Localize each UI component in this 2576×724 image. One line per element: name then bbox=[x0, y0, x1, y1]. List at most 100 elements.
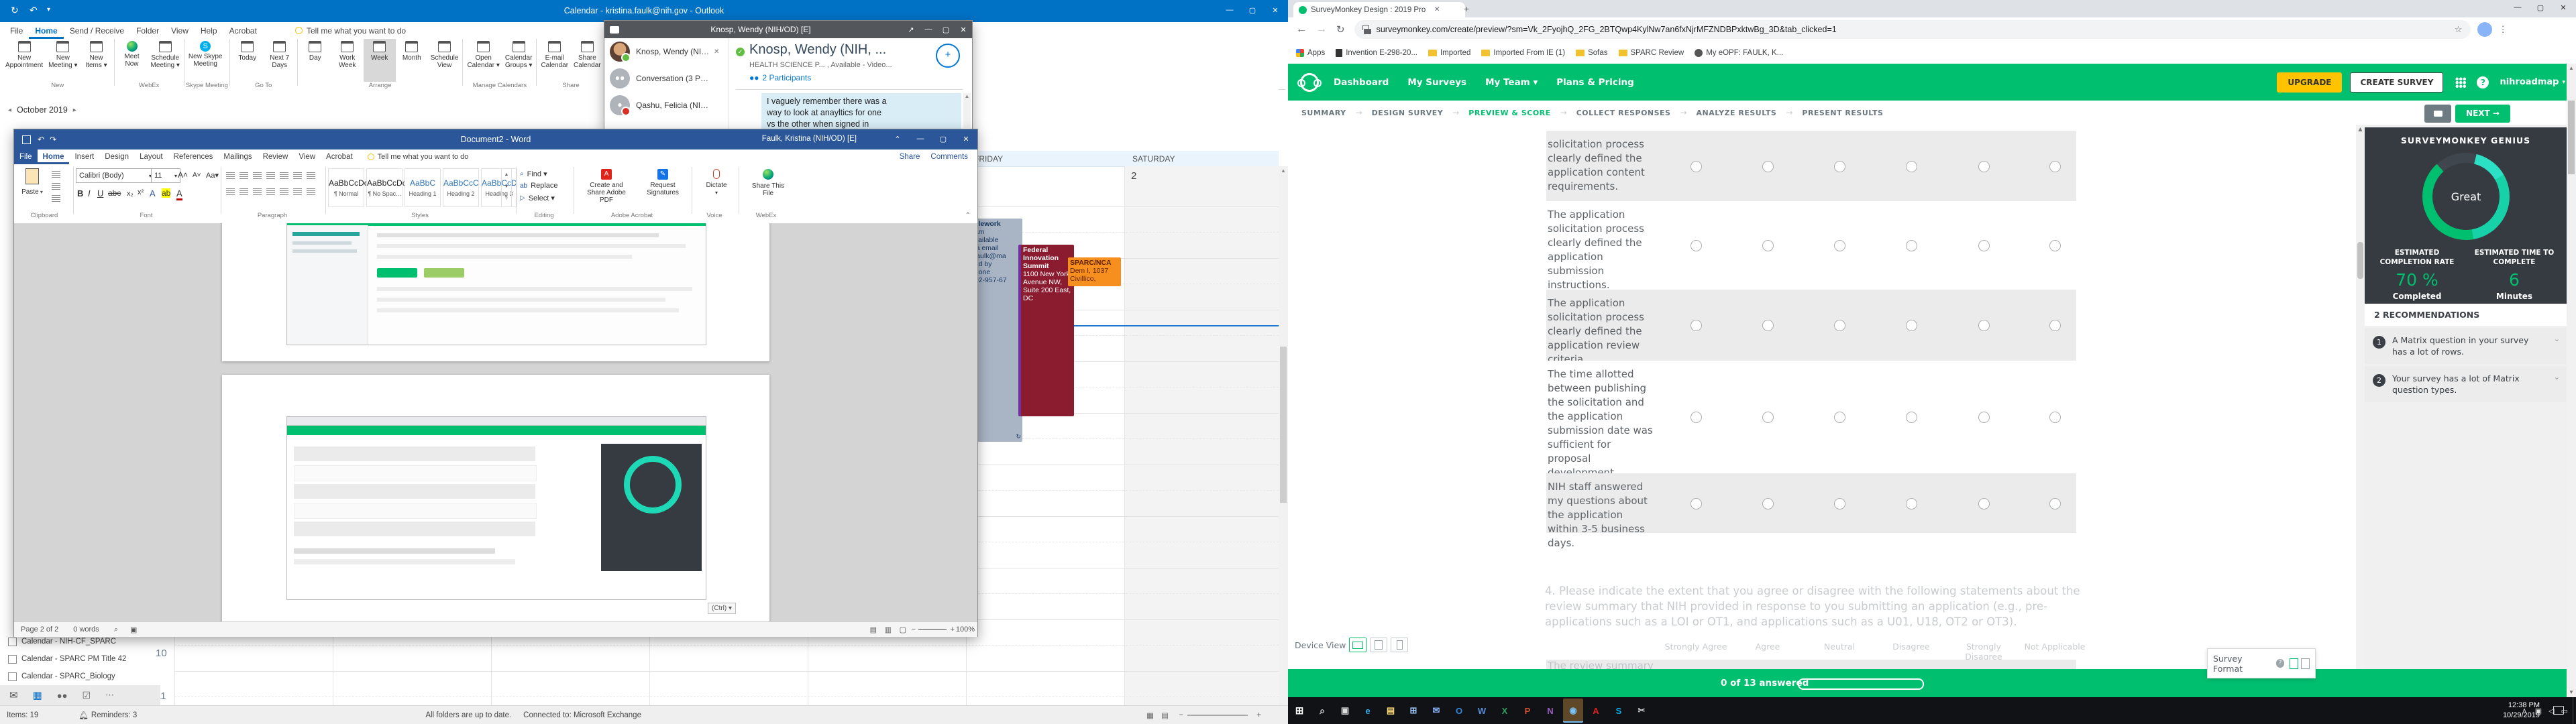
refresh-icon[interactable]: ↻ bbox=[1336, 23, 1345, 36]
paragraph-tool-icon[interactable] bbox=[253, 172, 262, 179]
step-summary[interactable]: SUMMARY bbox=[1301, 109, 1346, 117]
print-layout-icon[interactable]: ▥ bbox=[885, 625, 892, 634]
step-preview-score[interactable]: PREVIEW & SCORE bbox=[1468, 109, 1550, 117]
style--normal[interactable]: AaBbCcDc¶ Normal bbox=[328, 168, 364, 207]
paragraph-tool-icon[interactable] bbox=[239, 188, 248, 195]
event-sparc-demo[interactable]: SPARC/NCADem I, 1037Civillico, bbox=[1068, 257, 1121, 286]
more-icon[interactable]: ⋯ bbox=[105, 690, 114, 701]
matrix-radio-neutral[interactable] bbox=[1834, 240, 1845, 251]
folder-item[interactable]: Calendar - SPARC_Biology bbox=[0, 668, 151, 685]
nav-link-my-surveys[interactable]: My Surveys bbox=[1407, 77, 1466, 88]
zoom-in-icon[interactable]: + bbox=[1256, 711, 1261, 719]
superscript-icon[interactable]: x² bbox=[138, 188, 144, 196]
outlook-tab-file[interactable]: File bbox=[4, 22, 29, 39]
font-size-select[interactable]: 11▾ bbox=[151, 168, 180, 183]
tab-close-icon[interactable]: ✕ bbox=[1434, 6, 1440, 13]
browser-tab[interactable]: SurveyMonkey Design : 2019 Pro ✕ bbox=[1293, 2, 1465, 17]
acrobat-button-create-pdf[interactable]: ACreate and Share Adobe PDF bbox=[578, 167, 635, 210]
word-tab-acrobat[interactable]: Acrobat bbox=[321, 149, 358, 164]
people-icon[interactable]: ●● bbox=[57, 690, 68, 701]
editing-replace[interactable]: abReplace bbox=[520, 182, 557, 190]
chevron-down-icon[interactable]: ⌄ bbox=[2554, 373, 2560, 381]
format-scroll-icon[interactable] bbox=[2301, 658, 2310, 669]
matrix-radio-disagree[interactable] bbox=[1906, 412, 1917, 423]
action-center-icon[interactable] bbox=[2553, 706, 2564, 715]
paragraph-tool-icon[interactable] bbox=[293, 172, 302, 179]
collapse-ribbon-icon[interactable]: ⌃ bbox=[965, 212, 971, 219]
browser-scrollbar[interactable]: ▲ ▼ bbox=[2567, 64, 2576, 697]
start-button[interactable]: ⊞ bbox=[1289, 699, 1309, 723]
matrix-radio-neutral[interactable] bbox=[1834, 320, 1845, 331]
maximize-button[interactable]: ▢ bbox=[2529, 3, 2552, 12]
word-tab-layout[interactable]: Layout bbox=[134, 149, 168, 164]
taskbar-icon-skype[interactable]: S bbox=[1609, 699, 1629, 723]
ribbon-button-open-calendar[interactable]: OpenCalendar ▾ bbox=[464, 39, 502, 82]
minimize-button[interactable]: — bbox=[909, 135, 932, 143]
surveymonkey-logo[interactable] bbox=[1300, 73, 1319, 92]
zoom-out-icon[interactable]: − bbox=[912, 625, 916, 634]
outlook-tab-send-receive[interactable]: Send / Receive bbox=[64, 22, 130, 39]
grow-font-icon[interactable]: A˄ bbox=[178, 170, 188, 180]
chat-scrollbar[interactable]: ▲ bbox=[963, 93, 971, 128]
nav-link-dashboard[interactable]: Dashboard bbox=[1334, 77, 1389, 88]
taskbar-icon-excel[interactable]: X bbox=[1495, 699, 1515, 723]
add-participant-icon[interactable]: + bbox=[936, 44, 960, 68]
matrix-radio-strongly-agree[interactable] bbox=[1690, 240, 1702, 251]
matrix-radio-neutral[interactable] bbox=[1834, 412, 1845, 423]
tasks-icon[interactable]: ☑ bbox=[82, 690, 91, 701]
checkbox-icon[interactable] bbox=[8, 655, 17, 664]
matrix-radio-agree[interactable] bbox=[1762, 412, 1774, 423]
matrix-radio-disagree[interactable] bbox=[1906, 240, 1917, 251]
device-desktop-icon[interactable] bbox=[1349, 638, 1366, 652]
minimize-button[interactable]: — bbox=[2506, 3, 2529, 11]
bookmark-apps[interactable]: Apps bbox=[1296, 49, 1325, 57]
maximize-button[interactable]: ▢ bbox=[937, 25, 955, 34]
calendar-icon[interactable]: ▦ bbox=[33, 689, 42, 701]
font-color-icon[interactable]: A bbox=[176, 188, 182, 200]
matrix-radio-neutral[interactable] bbox=[1834, 161, 1845, 172]
taskbar-icon-powerpoint[interactable]: P bbox=[1517, 699, 1538, 723]
device-phone-icon[interactable] bbox=[1391, 638, 1408, 652]
matrix-radio-strongly-agree[interactable] bbox=[1690, 320, 1702, 331]
word-count[interactable]: 0 words bbox=[73, 625, 99, 634]
step-design-survey[interactable]: DESIGN SURVEY bbox=[1372, 109, 1444, 117]
editing-find[interactable]: ⌕Find ▾ bbox=[520, 170, 547, 178]
taskbar-icon-acrobat[interactable]: A bbox=[1586, 699, 1606, 723]
paste-options-chip[interactable]: (Ctrl) ▾ bbox=[708, 603, 736, 614]
menu-icon[interactable]: ⋮ bbox=[2499, 24, 2508, 35]
taskbar-icon-word[interactable]: W bbox=[1472, 699, 1492, 723]
ribbon-button-today[interactable]: Today bbox=[231, 39, 264, 82]
style-heading-1[interactable]: AaBbCHeading 1 bbox=[405, 168, 441, 207]
contact-person[interactable]: ●Qashu, Felicia (NIH/... bbox=[604, 92, 729, 119]
search-icon[interactable]: ⌕ bbox=[1312, 699, 1332, 723]
taskbar-icon-onenote[interactable]: N bbox=[1540, 699, 1560, 723]
minimize-button[interactable]: — bbox=[1218, 6, 1241, 14]
zoom-level[interactable]: 100% bbox=[956, 625, 975, 634]
read-mode-icon[interactable]: ▤ bbox=[870, 625, 877, 634]
mail-icon[interactable]: ✉ bbox=[9, 689, 18, 701]
matrix-radio-strongly-disagree[interactable] bbox=[1978, 161, 1990, 172]
recommendation-item[interactable]: 1A Matrix question in your survey has a … bbox=[2365, 328, 2567, 364]
paragraph-tool-icon[interactable] bbox=[280, 172, 288, 179]
zoom-out-icon[interactable]: − bbox=[1179, 711, 1183, 719]
matrix-radio-agree[interactable] bbox=[1762, 320, 1774, 331]
document-page-1[interactable] bbox=[222, 223, 769, 361]
ribbon-button-calendar-groups[interactable]: CalendarGroups ▾ bbox=[502, 39, 535, 82]
cut-icon[interactable] bbox=[50, 170, 62, 179]
ribbon-button-schedule-meeting[interactable]: ScheduleMeeting ▾ bbox=[148, 39, 182, 82]
new-tab-icon[interactable]: + bbox=[1464, 3, 1469, 14]
ribbon-button-new-items[interactable]: NewItems ▾ bbox=[80, 39, 113, 82]
nav-link-plans-pricing[interactable]: Plans & Pricing bbox=[1556, 77, 1634, 88]
matrix-radio-not-applicable[interactable] bbox=[2049, 161, 2061, 172]
document-page-2[interactable]: (Ctrl) ▾ bbox=[222, 375, 769, 621]
checkbox-icon[interactable] bbox=[8, 638, 17, 646]
apps-grid-icon[interactable] bbox=[2455, 77, 2466, 88]
change-case-icon[interactable]: Aa▾ bbox=[206, 171, 219, 180]
paragraph-tool-icon[interactable] bbox=[307, 188, 315, 195]
acrobat-button-signatures[interactable]: ✎Request Signatures bbox=[634, 167, 692, 210]
clock[interactable]: 12:38 PM 10/29/2019 bbox=[2503, 701, 2540, 721]
word-tab-review[interactable]: Review bbox=[258, 149, 294, 164]
matrix-radio-strongly-agree[interactable] bbox=[1690, 412, 1702, 423]
outlook-tab-folder[interactable]: Folder bbox=[130, 22, 165, 39]
next-button[interactable]: NEXT → bbox=[2455, 105, 2510, 123]
